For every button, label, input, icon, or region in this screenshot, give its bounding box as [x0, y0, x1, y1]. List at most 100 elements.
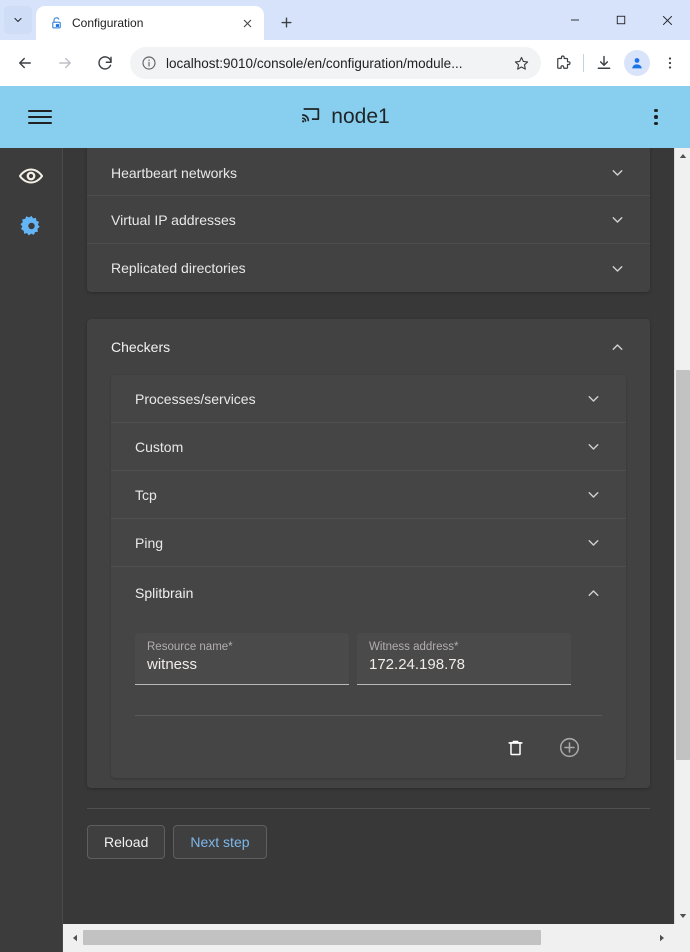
download-icon [595, 54, 613, 72]
tab-title: Configuration [72, 16, 230, 30]
checker-section-splitbrain: Splitbrain Resource name* [111, 567, 626, 778]
configuration-content: Heartbeart networks Virtual IP addresses [63, 148, 674, 924]
scroll-right-button[interactable] [654, 930, 670, 946]
vertical-scrollbar[interactable] [674, 148, 690, 924]
gear-icon [19, 214, 44, 239]
accordion-label: Virtual IP addresses [111, 212, 608, 228]
maximize-button[interactable] [598, 0, 644, 40]
sidebar-item-configuration[interactable] [17, 212, 45, 240]
address-bar[interactable]: localhost:9010/console/en/configuration/… [130, 47, 541, 79]
kebab-dot [654, 109, 658, 113]
next-step-button[interactable]: Next step [173, 825, 266, 859]
extensions-button[interactable] [549, 49, 577, 77]
checker-row-tcp[interactable]: Tcp [111, 471, 626, 519]
app-title-group: node1 [0, 104, 690, 131]
horizontal-scrollbar-thumb[interactable] [83, 930, 541, 945]
splitbrain-field-row: Resource name* Witness address* [135, 633, 602, 685]
star-icon[interactable] [511, 49, 531, 77]
browser-tab[interactable]: Configuration [36, 6, 264, 40]
app-header: node1 [0, 86, 690, 148]
triangle-down-icon [679, 912, 687, 920]
accordion-label: Heartbeart networks [111, 165, 608, 181]
splitbrain-actions [135, 716, 602, 778]
reload-button[interactable]: Reload [87, 825, 165, 859]
downloads-button[interactable] [590, 49, 618, 77]
web-page: node1 [0, 86, 690, 952]
splitbrain-body: Resource name* Witness address* [111, 619, 626, 778]
minimize-button[interactable] [552, 0, 598, 40]
scroll-up-button[interactable] [675, 148, 690, 164]
resource-name-field[interactable]: Resource name* [135, 633, 349, 685]
browser-menu-button[interactable] [656, 49, 684, 77]
person-avatar-icon [629, 55, 645, 71]
checker-row-ping[interactable]: Ping [111, 519, 626, 567]
accordion-row-replicated-directories[interactable]: Replicated directories [87, 244, 650, 292]
app-overflow-menu-button[interactable] [644, 102, 668, 132]
checkers-header[interactable]: Checkers [87, 319, 650, 375]
window-close-button[interactable] [644, 0, 690, 40]
new-tab-button[interactable] [272, 8, 300, 36]
browser-window: Configuration [0, 0, 690, 952]
tab-strip: Configuration [0, 0, 690, 40]
chevron-down-icon [608, 211, 626, 229]
checker-label: Ping [135, 535, 584, 551]
splitbrain-header[interactable]: Splitbrain [111, 567, 626, 619]
chevron-up-icon [584, 584, 602, 602]
witness-address-input[interactable] [369, 656, 559, 673]
kebab-menu-icon [662, 55, 678, 71]
checker-row-processes-services[interactable]: Processes/services [111, 375, 626, 423]
horizontal-scrollbar[interactable] [63, 924, 690, 952]
scroll-down-button[interactable] [675, 908, 690, 924]
delete-row-button[interactable] [502, 734, 528, 760]
back-button[interactable] [10, 48, 40, 78]
add-row-button[interactable] [556, 734, 582, 760]
trash-icon [506, 738, 525, 757]
browser-toolbar: localhost:9010/console/en/configuration/… [0, 40, 690, 86]
toolbar-divider [583, 54, 584, 72]
chevron-down-icon [584, 486, 602, 504]
window-controls [552, 0, 690, 40]
witness-address-label: Witness address* [369, 641, 559, 653]
chevron-down-icon [12, 14, 24, 26]
close-icon[interactable] [238, 14, 256, 32]
accordion-row-heartbeat-networks[interactable]: Heartbeart networks [87, 148, 650, 196]
scrollbar-corner [674, 924, 690, 952]
accordion-row-virtual-ip-addresses[interactable]: Virtual IP addresses [87, 196, 650, 244]
network-settings-panel: Heartbeart networks Virtual IP addresses [87, 148, 650, 292]
puzzle-piece-icon [554, 54, 572, 72]
scroll-left-button[interactable] [67, 930, 83, 946]
checker-row-custom[interactable]: Custom [111, 423, 626, 471]
info-circle-icon[interactable] [140, 49, 158, 77]
witness-address-field[interactable]: Witness address* [357, 633, 571, 685]
sidebar-item-monitoring[interactable] [17, 162, 45, 190]
triangle-left-icon [71, 934, 79, 942]
profile-button[interactable] [624, 50, 650, 76]
url-text: localhost:9010/console/en/configuration/… [166, 56, 503, 71]
sidebar-rail [0, 148, 63, 952]
splitbrain-label: Splitbrain [135, 585, 584, 601]
accordion-label: Replicated directories [111, 260, 608, 276]
reload-button[interactable] [90, 48, 120, 78]
resource-name-input[interactable] [147, 656, 337, 673]
checker-label: Processes/services [135, 391, 584, 407]
vertical-scrollbar-thumb[interactable] [676, 370, 690, 760]
plus-icon [279, 15, 294, 30]
forward-button[interactable] [50, 48, 80, 78]
checkers-title: Checkers [111, 339, 608, 355]
chevron-down-icon [584, 438, 602, 456]
tab-search-button[interactable] [4, 6, 32, 34]
page-title: node1 [331, 105, 389, 129]
arrow-left-icon [16, 54, 34, 72]
footer-actions: Reload Next step [63, 809, 674, 859]
chevron-up-icon [608, 338, 626, 356]
hamburger-menu-icon[interactable] [28, 102, 58, 132]
checker-label: Custom [135, 439, 584, 455]
kebab-dot [654, 115, 658, 119]
chevron-down-icon [584, 534, 602, 552]
triangle-up-icon [679, 152, 687, 160]
chevron-down-icon [608, 163, 626, 181]
triangle-right-icon [658, 934, 666, 942]
resource-name-label: Resource name* [147, 641, 337, 653]
plus-circle-icon [558, 736, 581, 759]
content-scroll-area: Heartbeart networks Virtual IP addresses [63, 148, 690, 952]
